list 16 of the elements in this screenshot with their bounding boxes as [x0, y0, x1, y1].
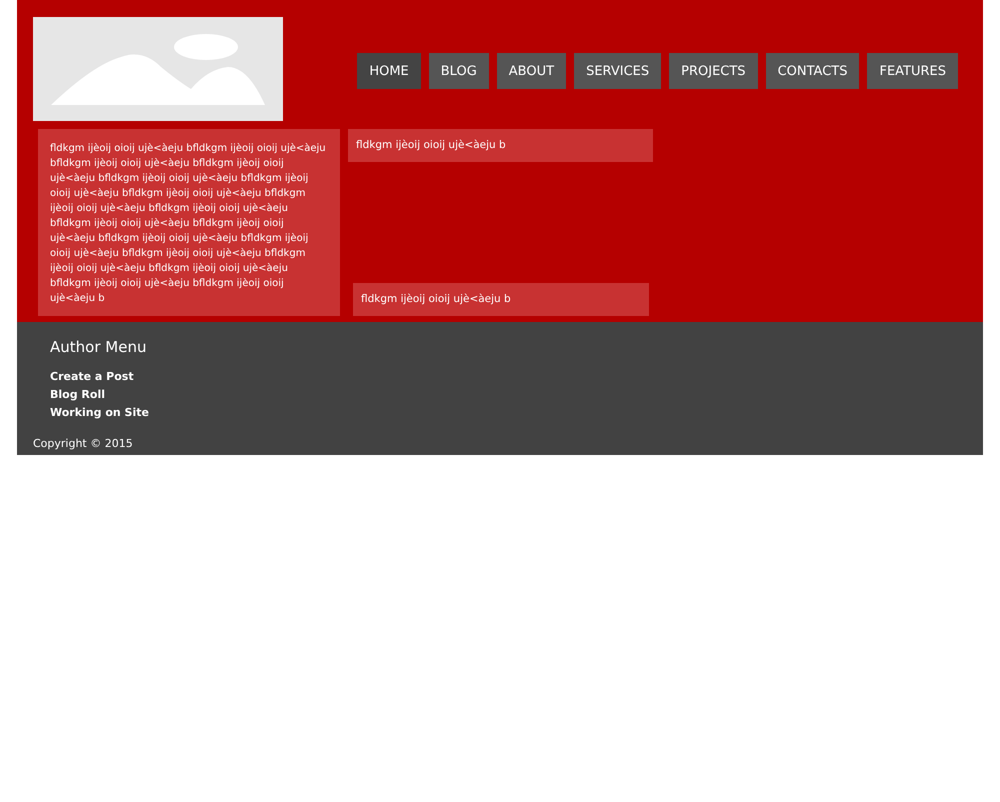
image-placeholder-icon	[33, 17, 283, 121]
copyright-text: Copyright © 2015	[33, 437, 134, 450]
post-card: fldkgm ijèoij oioij ujè<àeju b	[353, 283, 649, 316]
nav-tab[interactable]: ABOUT	[496, 53, 566, 89]
nav-tab[interactable]: PROJECTS	[669, 53, 758, 89]
nav-tab[interactable]: CONTACTS	[766, 53, 860, 89]
nav-tab[interactable]: SERVICES	[574, 53, 662, 89]
author-menu-link[interactable]: Create a Post	[50, 368, 134, 386]
nav-tab[interactable]: BLOG	[428, 53, 489, 89]
menu-heading: Author Menu	[50, 338, 148, 356]
author-menu-link[interactable]: Blog Roll	[50, 386, 105, 404]
post-card: fldkgm ijèoij oioij ujè<àeju b	[348, 129, 653, 162]
author-menu-link[interactable]: Working on Site	[50, 404, 149, 422]
nav-tab[interactable]: HOME	[357, 53, 421, 89]
nav-tab[interactable]: FEATURES	[867, 53, 958, 89]
post-card: fldkgm ijèoij oioij ujè<àeju bfldkgm ijèoij oioij ujè<àeju bfldkgm ijèoij oioij ujè<àeju bfldkgm ijèoij oioij ujè<àeju bfldkgm ijèoij oioij ujè<àeju bfldkgm ijèoij oioij ujè<àeju bfldkgm ijèoij oioij ujè<àeju bfldkgm ijèoij oioij ujè<àeju bfldkgm ijèoij oioij ujè<àeju bfldkgm ijèoij oioij ujè<àeju bfldkgm ijèoij oioij ujè<àeju bfldkgm ijèoij oioij ujè<àeju bfldkgm ijèoij oioij ujè<àeju bfldkgm ijèoij oioij ujè<àeju bfldkgm ijèoij oioij ujè<àeju bfldkgm ijèoij oioij ujè<àeju bfldkgm ijèoij oioij ujè<àeju bfldkgm ijèoij oioij ujè<àeju b	[38, 129, 340, 316]
